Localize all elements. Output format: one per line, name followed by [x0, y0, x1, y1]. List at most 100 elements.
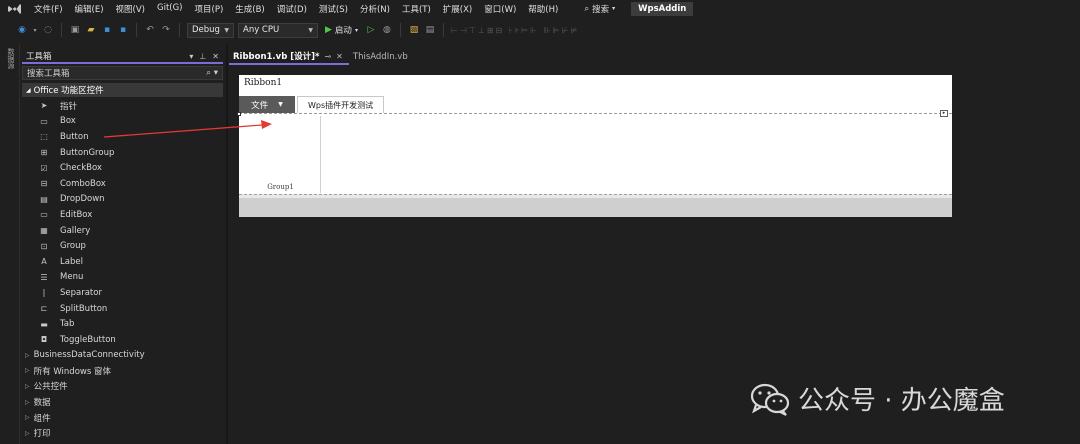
- ribbon-tab-strip: 文件 ▼ Wps插件开发测试: [239, 96, 385, 113]
- platform-select[interactable]: Any CPU ▼: [238, 22, 318, 38]
- toolbox-item-label: Menu: [60, 272, 84, 283]
- toolbox-item[interactable]: ▤ DropDown: [22, 192, 223, 208]
- configuration-select[interactable]: Debug ▼: [187, 22, 234, 38]
- toolbox-category[interactable]: ▷ 所有 Windows 窗体: [22, 363, 223, 379]
- toolbox-item[interactable]: ▦ Gallery: [22, 223, 223, 239]
- chevron-down-icon[interactable]: ▾: [189, 52, 193, 61]
- collapse-ribbon-icon[interactable]: ▸: [940, 110, 948, 117]
- toolbox-title: 工具箱: [26, 52, 52, 62]
- toolbox-item-label: Group: [60, 241, 86, 252]
- toolbox-item[interactable]: ◘ ToggleButton: [22, 332, 223, 348]
- tab-thisaddin[interactable]: ThisAddIn.vb: [349, 49, 414, 65]
- toolbox-category[interactable]: ▷ 数据: [22, 394, 223, 410]
- close-icon[interactable]: ✕: [212, 52, 219, 61]
- toolbox-item[interactable]: ▭ Box: [22, 114, 223, 130]
- button-icon: ⬚: [40, 132, 48, 142]
- menu-item[interactable]: 编辑(E): [69, 3, 110, 15]
- toolbox-group-office-ribbon[interactable]: ◢ Office 功能区控件: [22, 83, 223, 97]
- ribbon-custom-tab[interactable]: Wps插件开发测试: [297, 96, 385, 113]
- toolbox-item[interactable]: ☑ CheckBox: [22, 160, 223, 176]
- search-button[interactable]: ⌕ 搜索 ▾: [578, 3, 621, 15]
- tab-icon: ▬: [40, 319, 48, 329]
- box-icon: ▭: [40, 116, 48, 126]
- ribbon-group[interactable]: Group1: [240, 116, 321, 193]
- toolbox-item[interactable]: ☰ Menu: [22, 270, 223, 286]
- window-layout-icon[interactable]: ▤: [424, 24, 436, 36]
- back-icon[interactable]: ◉: [16, 24, 28, 36]
- toolbox-category[interactable]: ▷ 组件: [22, 410, 223, 426]
- pin-icon[interactable]: ⊥: [199, 52, 206, 61]
- menu-item[interactable]: 帮助(H): [522, 3, 564, 15]
- hot-reload-icon[interactable]: ◍: [381, 24, 393, 36]
- toolbox-item[interactable]: ▭ EditBox: [22, 207, 223, 223]
- redo-icon[interactable]: ↷: [160, 24, 172, 36]
- pointer-icon: ➤: [40, 101, 48, 111]
- toolbox-category-list: ▷ BusinessDataConnectivity ▷ 所有 Windows 窗体 ▷…: [22, 348, 223, 442]
- toolbar-separator: [442, 23, 444, 37]
- toolbox-header: 工具箱 ▾ ⊥ ✕: [22, 50, 223, 64]
- toolbar-separator: [61, 23, 62, 37]
- chevron-down-icon[interactable]: ▾: [32, 24, 38, 36]
- toolbox-item-label: ToggleButton: [60, 334, 116, 345]
- visual-studio-logo-icon[interactable]: [8, 3, 22, 15]
- search-icon: ⌕: [584, 3, 590, 14]
- chevron-down-icon: ▾: [354, 26, 358, 34]
- toolbox-item-label: Separator: [60, 287, 102, 298]
- toolbox-item-label: SplitButton: [60, 303, 108, 314]
- toolbox-item[interactable]: A Label: [22, 254, 223, 270]
- toolbox-search-input[interactable]: 搜索工具箱 ⌕ ▾: [22, 66, 223, 80]
- menu-item[interactable]: 视图(V): [110, 3, 151, 15]
- solution-explorer-icon[interactable]: ▧: [408, 24, 420, 36]
- toolbox-panel: 工具箱 ▾ ⊥ ✕ 搜索工具箱 ⌕ ▾ ◢ Office 功能区控件 ➤ 指针 ▭ B…: [22, 50, 223, 444]
- new-project-icon[interactable]: ▣: [69, 24, 81, 36]
- ribbon-file-tab[interactable]: 文件 ▼: [239, 96, 295, 113]
- toolbox-category[interactable]: ▷ 打印: [22, 425, 223, 441]
- group-icon: ⊡: [40, 241, 48, 251]
- forward-icon[interactable]: ◌: [42, 24, 54, 36]
- toolbox-item-label: 指针: [60, 101, 78, 112]
- toolbox-item[interactable]: ➤ 指针: [22, 98, 223, 114]
- menu-item[interactable]: 窗口(W): [478, 3, 522, 15]
- toolbox-category[interactable]: ▷ BusinessDataConnectivity: [22, 348, 223, 364]
- menu-item[interactable]: 扩展(X): [437, 3, 478, 15]
- save-all-icon[interactable]: ▪: [117, 24, 129, 36]
- menu-item[interactable]: 文件(F): [28, 3, 69, 15]
- menu-item[interactable]: 生成(B): [229, 3, 270, 15]
- menu-item[interactable]: 调试(D): [271, 3, 313, 15]
- gallery-icon: ▦: [40, 226, 48, 236]
- toolbox-item-label: DropDown: [60, 194, 105, 205]
- menu-item[interactable]: 测试(S): [313, 3, 354, 15]
- data-sources-tab[interactable]: 数据源: [6, 48, 16, 69]
- toolbox-item-label: ButtonGroup: [60, 147, 115, 158]
- undo-icon[interactable]: ↶: [144, 24, 156, 36]
- toolbox-item-label: CheckBox: [60, 163, 102, 174]
- start-button[interactable]: ▶ 启动 ▾: [322, 24, 361, 36]
- pin-icon[interactable]: ⊸: [324, 52, 331, 61]
- toolbox-item[interactable]: ⊏ SplitButton: [22, 301, 223, 317]
- ribbon-tab-body[interactable]: ▸ Group1: [237, 110, 952, 194]
- toolbox-item[interactable]: ⊞ ButtonGroup: [22, 145, 223, 161]
- open-folder-icon[interactable]: ▰: [85, 24, 97, 36]
- toolbox-item[interactable]: | Separator: [22, 285, 223, 301]
- toolbox-item-label: Button: [60, 131, 89, 142]
- project-name-badge[interactable]: WpsAddin: [631, 1, 694, 16]
- toolbox-item[interactable]: ▬ Tab: [22, 316, 223, 332]
- toolbox-item[interactable]: ⊡ Group: [22, 238, 223, 254]
- menu-item[interactable]: 分析(N): [354, 3, 396, 15]
- menu-item[interactable]: 工具(T): [396, 3, 437, 15]
- panel-divider[interactable]: [226, 44, 228, 444]
- menu-item[interactable]: 项目(P): [189, 3, 230, 15]
- save-icon[interactable]: ▪: [101, 24, 113, 36]
- toolbox-item[interactable]: ⊟ ComboBox: [22, 176, 223, 192]
- start-without-debug-icon[interactable]: ▷: [365, 24, 377, 36]
- collapsed-triangle-icon: ▷: [25, 429, 30, 437]
- combobox-icon: ⊟: [40, 179, 48, 189]
- menu-item[interactable]: Git(G): [151, 3, 189, 15]
- data-sources-strip: 数据源: [0, 44, 20, 444]
- separator-icon: |: [42, 288, 46, 298]
- toolbox-category[interactable]: ▷ 公共控件: [22, 379, 223, 395]
- toolbox-item[interactable]: ⬚ Button: [22, 129, 223, 145]
- close-icon[interactable]: ✕: [336, 52, 343, 61]
- tab-ribbon1-designer[interactable]: Ribbon1.vb [设计]* ⊸ ✕: [229, 49, 349, 65]
- splitbutton-icon: ⊏: [40, 304, 48, 314]
